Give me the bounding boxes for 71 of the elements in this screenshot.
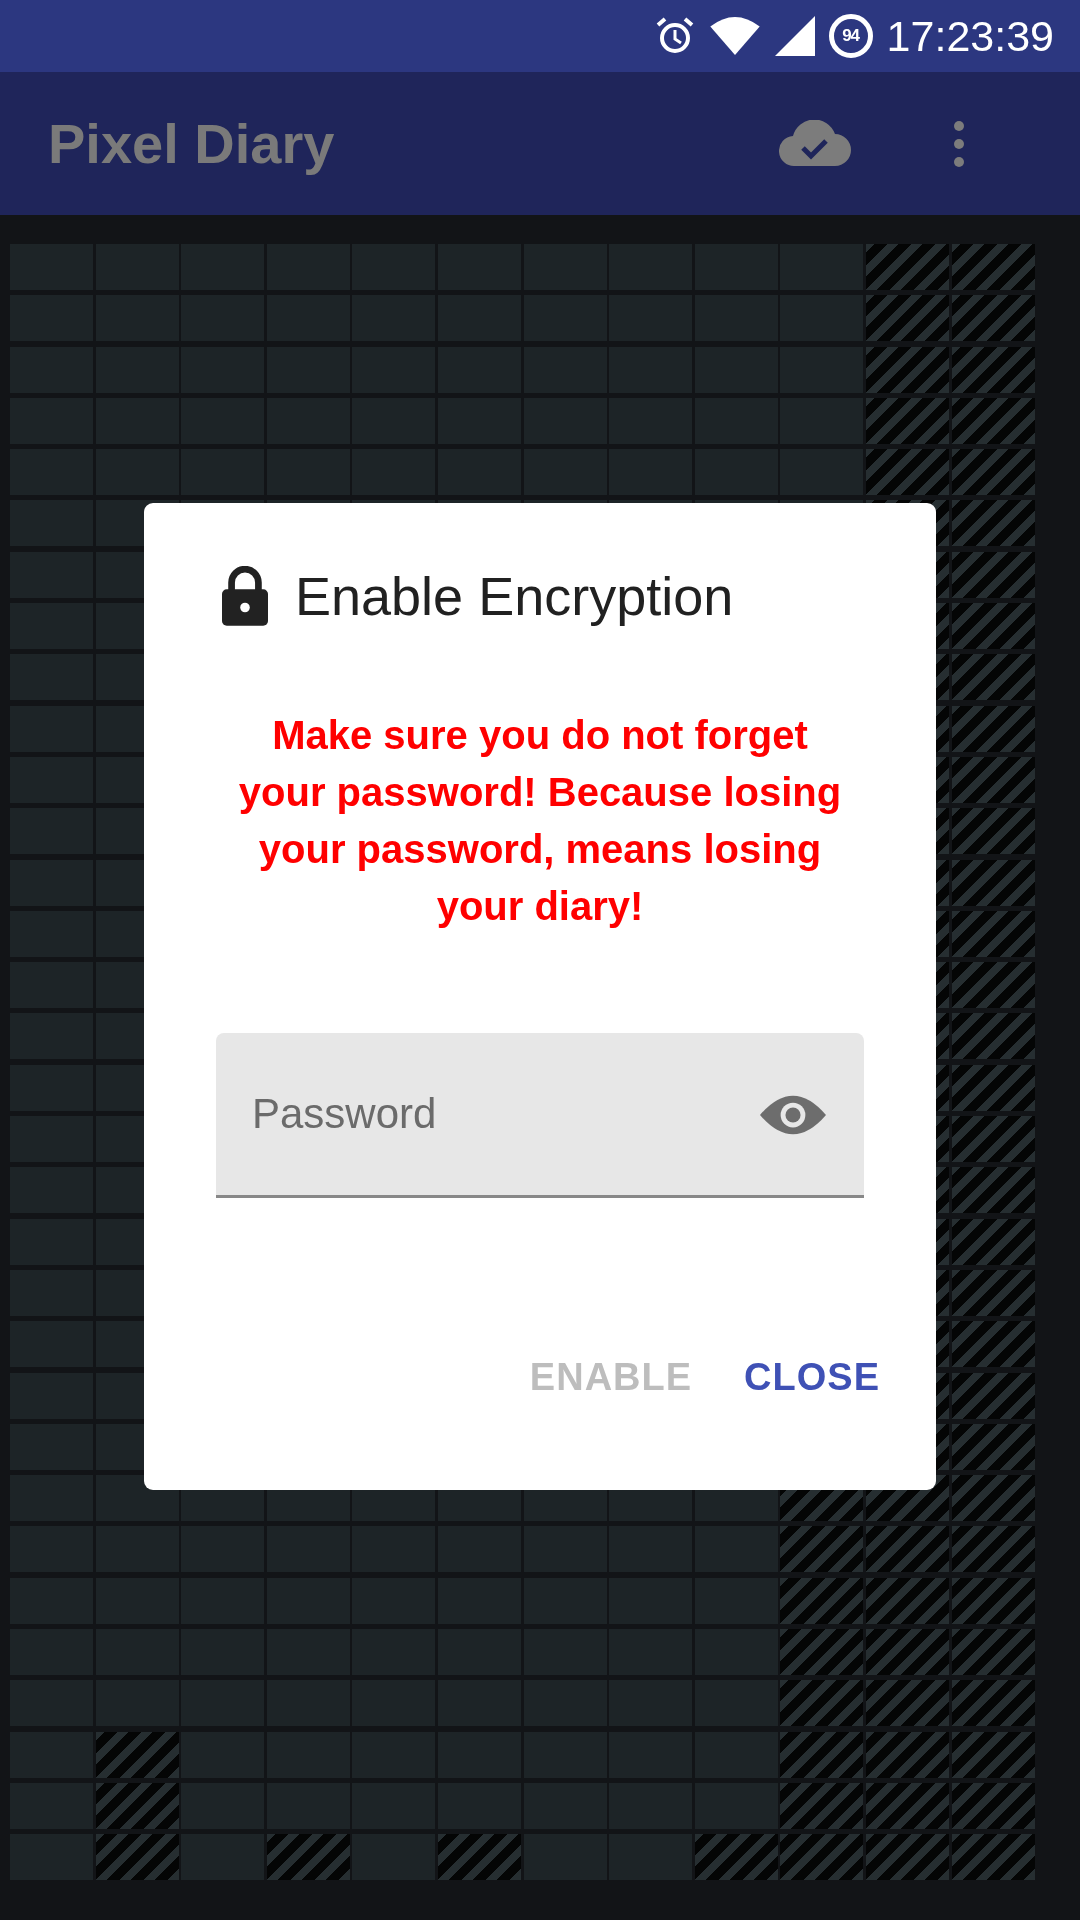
hatched-cell[interactable] (951, 808, 1035, 855)
warning-text: Make sure you do not forget your password! Because losing your password, means losing your diary! (237, 712, 843, 930)
cloud-check-icon[interactable] (779, 119, 851, 168)
hatched-cell[interactable] (780, 1782, 864, 1829)
hatched-cell[interactable] (951, 295, 1035, 342)
hatched-cell[interactable] (95, 1782, 179, 1829)
hatched-cell[interactable] (951, 1526, 1035, 1573)
hatched-cell[interactable] (951, 1731, 1035, 1778)
dialog-title: Enable Encryption (295, 565, 734, 627)
hatched-cell[interactable] (780, 1680, 864, 1727)
hatched-cell[interactable] (951, 910, 1035, 957)
hatched-cell[interactable] (865, 1731, 949, 1778)
hatched-cell[interactable] (780, 1526, 864, 1573)
app-title: Pixel Diary (48, 111, 336, 176)
dialog-button[interactable]: CLOSE (740, 1348, 884, 1407)
lock-icon (222, 566, 268, 626)
hatched-cell[interactable] (95, 1834, 179, 1881)
hatched-cell[interactable] (951, 1116, 1035, 1163)
hatched-cell[interactable] (780, 1629, 864, 1675)
hatched-cell[interactable] (951, 1834, 1035, 1881)
hatched-cell[interactable] (951, 1423, 1035, 1470)
hatched-cell[interactable] (865, 1680, 949, 1727)
hatched-cell[interactable] (951, 449, 1035, 496)
hatched-cell[interactable] (951, 397, 1035, 444)
hatched-cell[interactable] (951, 1629, 1035, 1675)
hatched-cell[interactable] (865, 1782, 949, 1829)
hatched-cell[interactable] (865, 244, 949, 290)
hatched-cell[interactable] (780, 1577, 864, 1624)
alarm-icon (654, 16, 695, 56)
hatched-cell[interactable] (951, 962, 1035, 1009)
hatched-cell[interactable] (951, 859, 1035, 906)
hatched-cell[interactable] (865, 1629, 949, 1675)
hatched-cell[interactable] (865, 397, 949, 444)
hatched-cell[interactable] (951, 244, 1035, 290)
battery-percent: 94 (842, 26, 860, 46)
hatched-cell[interactable] (865, 1577, 949, 1624)
hatched-cell[interactable] (951, 654, 1035, 701)
hatched-cell[interactable] (951, 551, 1035, 598)
hatched-cell[interactable] (951, 756, 1035, 803)
hatched-cell[interactable] (951, 1269, 1035, 1316)
hatched-cell[interactable] (951, 1064, 1035, 1111)
hatched-cell[interactable] (266, 1834, 350, 1881)
hatched-cell[interactable] (951, 705, 1035, 752)
hatched-cell[interactable] (951, 1167, 1035, 1214)
hatched-cell[interactable] (437, 1834, 521, 1881)
hatched-cell[interactable] (951, 603, 1035, 650)
hatched-cell[interactable] (780, 1834, 864, 1881)
password-field[interactable]: Password (216, 1033, 864, 1198)
hatched-cell[interactable] (951, 500, 1035, 547)
hatched-cell[interactable] (865, 346, 949, 393)
hatched-cell[interactable] (951, 1680, 1035, 1727)
eye-icon[interactable] (760, 1093, 826, 1137)
hatched-cell[interactable] (95, 1731, 179, 1778)
hatched-cell[interactable] (951, 1577, 1035, 1624)
hatched-cell[interactable] (694, 1834, 778, 1881)
hatched-cell[interactable] (951, 1475, 1035, 1522)
hatched-cell[interactable] (951, 346, 1035, 393)
hatched-cell[interactable] (865, 1526, 949, 1573)
signal-icon (774, 16, 815, 56)
hatched-cell[interactable] (951, 1013, 1035, 1060)
wifi-icon (708, 17, 761, 55)
hatched-cell[interactable] (951, 1782, 1035, 1829)
hatched-cell[interactable] (780, 1731, 864, 1778)
hatched-cell[interactable] (951, 1321, 1035, 1368)
hatched-cell[interactable] (865, 295, 949, 342)
hatched-cell[interactable] (951, 1218, 1035, 1265)
more-options-icon[interactable] (953, 119, 965, 168)
hatched-cell[interactable] (865, 1834, 949, 1881)
clock-time: 17:23:39 (886, 11, 1054, 61)
hatched-cell[interactable] (951, 1372, 1035, 1419)
hatched-cell[interactable] (865, 449, 949, 496)
